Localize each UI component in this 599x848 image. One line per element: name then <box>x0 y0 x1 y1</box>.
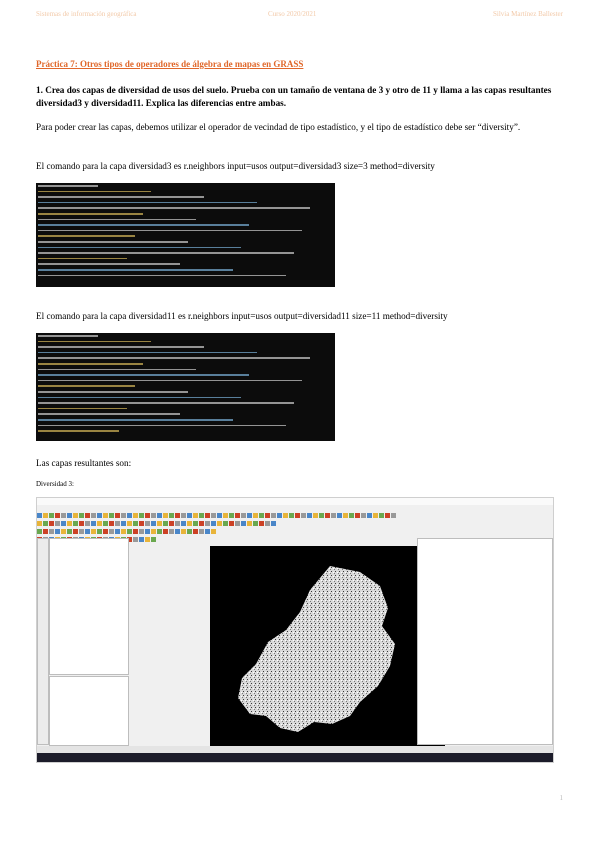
layers-panel <box>49 676 129 746</box>
terminal-screenshot-2 <box>36 333 335 441</box>
toolbar-icon[interactable] <box>133 537 138 542</box>
practice-title: Práctica 7: Otros tipos de operadores de… <box>36 59 304 69</box>
browser-panel <box>49 538 129 675</box>
terminal-screenshot-1 <box>36 183 335 287</box>
left-toolbox <box>37 538 49 745</box>
toolbar-icon[interactable] <box>145 537 150 542</box>
qgis-screenshot <box>36 497 554 763</box>
terminal-line <box>38 428 333 434</box>
diversity-raster-map <box>238 566 395 732</box>
windows-taskbar <box>37 753 553 762</box>
subtitle-diversidad3: Diversidad 3: <box>36 480 74 488</box>
terminal-line <box>38 273 333 279</box>
processing-toolbox-panel <box>417 538 553 745</box>
header-center: Curso 2020/2021 <box>268 10 317 18</box>
toolbar-row-1 <box>37 505 553 518</box>
toolbar-icon[interactable] <box>151 537 156 542</box>
toolbar-icon[interactable] <box>139 537 144 542</box>
paragraph-4: Las capas resultantes son: <box>36 458 132 468</box>
paragraph-3: El comando para la capa diversidad11 es … <box>36 311 448 321</box>
paragraph-1: Para poder crear las capas, debemos util… <box>36 122 521 132</box>
window-titlebar <box>37 498 553 505</box>
document-page: Sistemas de información geográfica Curso… <box>0 0 599 848</box>
toolbar-row-2 <box>37 513 553 526</box>
toolbar-row-4 <box>37 529 553 542</box>
status-bar <box>37 746 553 753</box>
map-canvas <box>210 546 445 758</box>
header-right: Silvia Martínez Ballester <box>493 10 563 18</box>
page-number: 1 <box>559 794 564 802</box>
header-left: Sistemas de información geográfica <box>36 10 137 18</box>
exercise-question: 1. Crea dos capas de diversidad de usos … <box>36 85 552 108</box>
toolbar-row-3 <box>37 521 553 534</box>
paragraph-2: El comando para la capa diversidad3 es r… <box>36 161 435 171</box>
